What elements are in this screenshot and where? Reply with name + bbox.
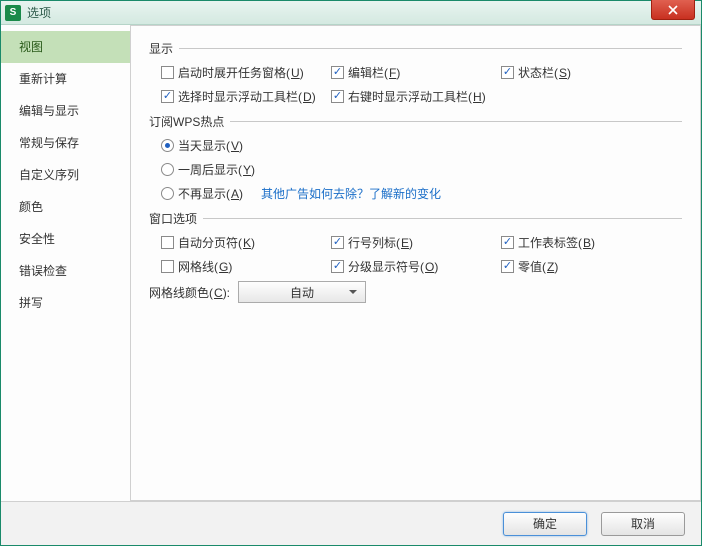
dialog-footer: 确定 取消 <box>1 501 701 545</box>
radio-icon <box>161 139 174 152</box>
checkbox-outline[interactable]: 分级显示符号(O) <box>331 258 438 275</box>
divider <box>179 48 682 49</box>
radio-weeklater[interactable]: 一周后显示(Y) <box>161 161 255 178</box>
sidebar-item-edit-display[interactable]: 编辑与显示 <box>1 95 130 127</box>
gridcolor-label: 网格线颜色(C): <box>149 284 230 301</box>
sidebar-item-label: 安全性 <box>19 232 55 246</box>
sidebar-item-label: 颜色 <box>19 200 43 214</box>
group-heading: 订阅WPS热点 <box>149 113 682 130</box>
sidebar: 视图 重新计算 编辑与显示 常规与保存 自定义序列 颜色 安全性 错误检查 拼写 <box>1 25 131 501</box>
radio-icon <box>161 187 174 200</box>
checkbox-icon <box>161 90 174 103</box>
sidebar-item-label: 错误检查 <box>19 264 67 278</box>
checkbox-icon <box>331 90 344 103</box>
group-heading: 显示 <box>149 40 682 57</box>
window-title: 选项 <box>27 4 51 21</box>
sidebar-item-custom-lists[interactable]: 自定义序列 <box>1 159 130 191</box>
button-label: 确定 <box>533 515 557 532</box>
dialog-body: 视图 重新计算 编辑与显示 常规与保存 自定义序列 颜色 安全性 错误检查 拼写… <box>1 25 701 501</box>
chevron-down-icon <box>349 290 357 294</box>
checkbox-icon <box>161 66 174 79</box>
sidebar-item-error-check[interactable]: 错误检查 <box>1 255 130 287</box>
group-heading: 窗口选项 <box>149 210 682 227</box>
sidebar-item-label: 编辑与显示 <box>19 104 79 118</box>
sidebar-item-label: 视图 <box>19 40 43 54</box>
checkbox-label: 编辑栏(F) <box>348 64 400 81</box>
titlebar: S 选项 <box>1 1 701 25</box>
divider <box>230 121 682 122</box>
group-window-options: 窗口选项 自动分页符(K) <box>149 210 682 303</box>
sidebar-item-label: 常规与保存 <box>19 136 79 150</box>
sidebar-item-security[interactable]: 安全性 <box>1 223 130 255</box>
sidebar-item-label: 自定义序列 <box>19 168 79 182</box>
options-dialog: S 选项 视图 重新计算 编辑与显示 常规与保存 自定义序列 颜色 安全性 错误… <box>0 0 702 546</box>
checkbox-sheettabs[interactable]: 工作表标签(B) <box>501 234 595 251</box>
link-remove-ads[interactable]: 其他广告如何去除？了解新的变化 <box>261 185 441 202</box>
sidebar-item-recalc[interactable]: 重新计算 <box>1 63 130 95</box>
checkbox-label: 工作表标签(B) <box>518 234 595 251</box>
sidebar-item-color[interactable]: 颜色 <box>1 191 130 223</box>
checkbox-icon <box>331 260 344 273</box>
group-wps-subscribe: 订阅WPS热点 当天显示(V) 一周后显示(Y) <box>149 113 682 202</box>
close-button[interactable] <box>651 0 695 20</box>
dropdown-value: 自动 <box>290 284 314 301</box>
checkbox-icon <box>161 260 174 273</box>
checkbox-rowcol[interactable]: 行号列标(E) <box>331 234 413 251</box>
close-icon <box>668 5 678 15</box>
radio-label: 当天显示(V) <box>178 137 243 154</box>
sidebar-item-label: 重新计算 <box>19 72 67 86</box>
checkbox-label: 启动时展开任务窗格(U) <box>178 64 304 81</box>
group-title: 窗口选项 <box>149 210 197 227</box>
checkbox-label: 行号列标(E) <box>348 234 413 251</box>
checkbox-icon <box>501 236 514 249</box>
checkbox-label: 选择时显示浮动工具栏(D) <box>178 88 316 105</box>
checkbox-pagebreak[interactable]: 自动分页符(K) <box>161 234 255 251</box>
app-icon: S <box>5 5 21 21</box>
radio-label: 不再显示(A) <box>178 185 243 202</box>
radio-never[interactable]: 不再显示(A) <box>161 185 243 202</box>
sidebar-item-general-save[interactable]: 常规与保存 <box>1 127 130 159</box>
checkbox-label: 自动分页符(K) <box>178 234 255 251</box>
checkbox-icon <box>501 66 514 79</box>
group-title: 显示 <box>149 40 173 57</box>
gridcolor-dropdown[interactable]: 自动 <box>238 281 366 303</box>
content-panel: 显示 启动时展开任务窗格(U) <box>131 25 701 501</box>
checkbox-icon <box>331 66 344 79</box>
sidebar-item-spelling[interactable]: 拼写 <box>1 287 130 319</box>
button-label: 取消 <box>631 515 655 532</box>
group-title: 订阅WPS热点 <box>149 113 224 130</box>
checkbox-zero[interactable]: 零值(Z) <box>501 258 558 275</box>
sidebar-item-label: 拼写 <box>19 296 43 310</box>
radio-label: 一周后显示(Y) <box>178 161 255 178</box>
checkbox-taskpane[interactable]: 启动时展开任务窗格(U) <box>161 64 304 81</box>
checkbox-gridlines[interactable]: 网格线(G) <box>161 258 232 275</box>
checkbox-label: 右键时显示浮动工具栏(H) <box>348 88 486 105</box>
group-display: 显示 启动时展开任务窗格(U) <box>149 40 682 105</box>
radio-icon <box>161 163 174 176</box>
divider <box>203 218 682 219</box>
checkbox-floattool-select[interactable]: 选择时显示浮动工具栏(D) <box>161 88 316 105</box>
cancel-button[interactable]: 取消 <box>601 512 685 536</box>
sidebar-item-view[interactable]: 视图 <box>1 31 130 63</box>
checkbox-floattool-rclick[interactable]: 右键时显示浮动工具栏(H) <box>331 88 486 105</box>
checkbox-label: 零值(Z) <box>518 258 558 275</box>
checkbox-icon <box>331 236 344 249</box>
checkbox-icon <box>501 260 514 273</box>
ok-button[interactable]: 确定 <box>503 512 587 536</box>
checkbox-label: 网格线(G) <box>178 258 232 275</box>
radio-today[interactable]: 当天显示(V) <box>161 137 243 154</box>
checkbox-icon <box>161 236 174 249</box>
checkbox-statusbar[interactable]: 状态栏(S) <box>501 64 571 81</box>
checkbox-label: 状态栏(S) <box>518 64 571 81</box>
checkbox-label: 分级显示符号(O) <box>348 258 438 275</box>
checkbox-formulabar[interactable]: 编辑栏(F) <box>331 64 400 81</box>
